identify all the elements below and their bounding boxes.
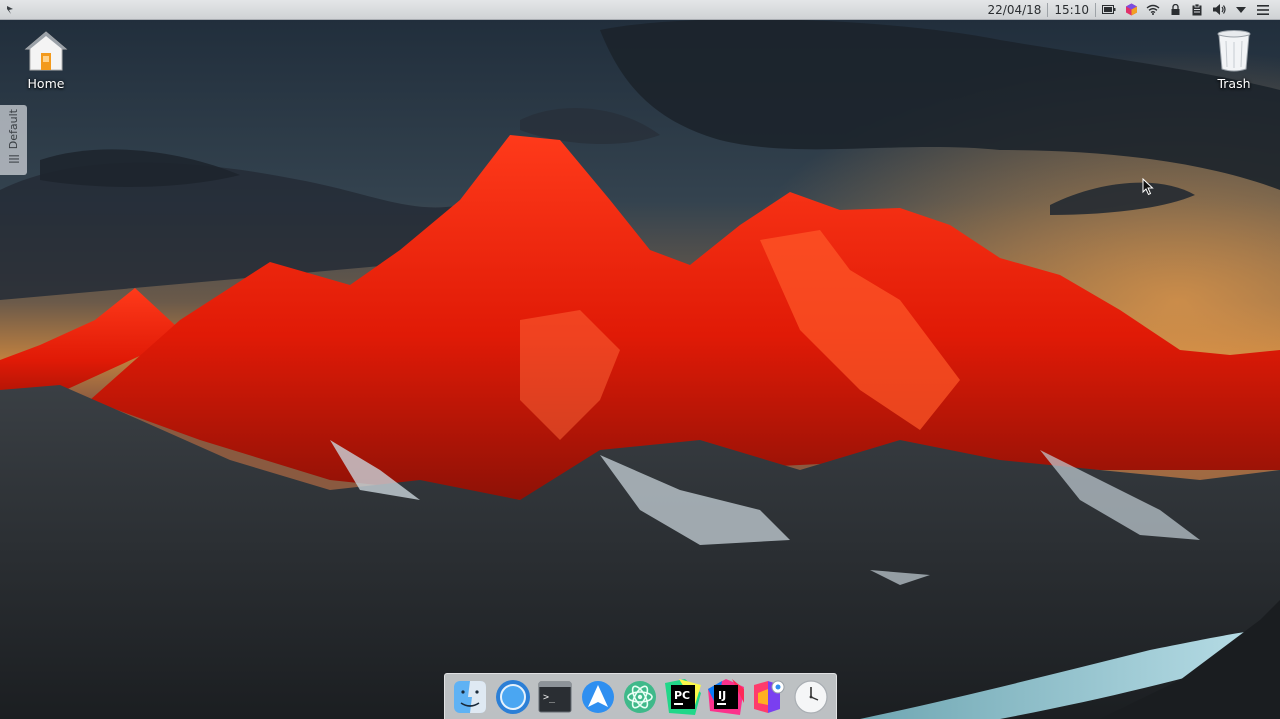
separator: [1095, 2, 1096, 17]
menu-icon[interactable]: [1252, 0, 1274, 20]
dock-item-pycharm[interactable]: PC: [664, 678, 702, 716]
desktop-wallpaper: [0, 0, 1280, 719]
svg-text:>_: >_: [543, 692, 556, 703]
dock-item-launcher[interactable]: [579, 678, 617, 716]
dock-item-clock[interactable]: [792, 678, 830, 716]
trash-icon: [1217, 30, 1251, 72]
wifi-icon[interactable]: [1142, 0, 1164, 20]
top-panel: 22/04/18 15:10: [0, 0, 1280, 20]
dock-item-color-picker[interactable]: [749, 678, 787, 716]
desktop-trash-icon[interactable]: Trash: [1197, 29, 1271, 91]
home-label: Home: [27, 76, 65, 91]
grip-icon: [8, 155, 19, 164]
volume-icon[interactable]: [1208, 0, 1230, 20]
svg-text:IJ: IJ: [718, 689, 726, 702]
activity-label: Default: [7, 109, 20, 150]
intellij-icon: IJ: [707, 678, 744, 715]
date-display[interactable]: 22/04/18: [984, 0, 1046, 20]
svg-text:PC: PC: [674, 689, 690, 702]
browser-icon: [495, 679, 530, 714]
dock-item-terminal[interactable]: >_: [536, 678, 574, 716]
dock-item-finder[interactable]: [451, 678, 489, 716]
app-launcher-button[interactable]: [0, 0, 20, 20]
mouse-cursor-icon: [1142, 178, 1154, 196]
clock-icon: [794, 679, 828, 714]
launcher-icon: [7, 5, 13, 14]
terminal-icon: >_: [538, 681, 572, 712]
clipboard-icon[interactable]: [1186, 0, 1208, 20]
activity-side-tab[interactable]: Default: [0, 105, 27, 175]
finder-icon: [454, 680, 487, 713]
desktop-home-icon[interactable]: Home: [9, 29, 83, 91]
system-tray: 22/04/18 15:10: [984, 0, 1280, 20]
home-folder-icon: [24, 31, 68, 71]
atom-icon: [624, 680, 657, 713]
trash-label: Trash: [1217, 76, 1251, 91]
pycharm-icon: PC: [665, 678, 701, 715]
battery-icon[interactable]: [1098, 0, 1120, 20]
separator: [1047, 2, 1049, 17]
time-display[interactable]: 15:10: [1050, 0, 1093, 20]
color-picker-icon: [754, 680, 785, 713]
arrow-down-icon[interactable]: [1230, 0, 1252, 20]
dock-item-intellij[interactable]: IJ: [707, 678, 745, 716]
dock-item-atom[interactable]: [621, 678, 659, 716]
arrow-launcher-icon: [581, 680, 614, 713]
dock: >_ PC IJ: [444, 673, 837, 719]
lock-icon[interactable]: [1164, 0, 1186, 20]
dock-item-browser[interactable]: [494, 678, 532, 716]
app-indicator-icon[interactable]: [1120, 0, 1142, 20]
